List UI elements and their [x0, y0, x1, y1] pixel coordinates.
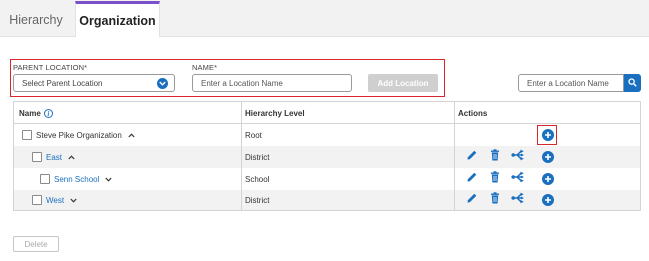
hierarchy-level: School: [245, 174, 270, 184]
search-button[interactable]: [624, 74, 641, 92]
add-child-button[interactable]: [541, 193, 555, 207]
edit-button[interactable]: [465, 193, 479, 207]
column-divider: [241, 102, 242, 210]
info-icon[interactable]: i: [43, 109, 53, 118]
row-checkbox[interactable]: [32, 195, 42, 205]
table-header: Name i Hierarchy Level Actions: [14, 102, 640, 124]
move-button[interactable]: [511, 170, 525, 188]
row-checkbox[interactable]: [32, 152, 42, 162]
locations-table: Name i Hierarchy Level Actions Steve Pik…: [13, 101, 641, 211]
parent-location-value: Select Parent Location: [22, 78, 103, 88]
pencil-icon: [466, 191, 478, 209]
row-checkbox[interactable]: [22, 130, 32, 140]
pencil-icon: [466, 148, 478, 166]
search-input[interactable]: [518, 74, 624, 92]
table-row: Steve Pike Organization Root: [14, 124, 640, 146]
tab-bar: Hierarchy Organization: [0, 0, 649, 37]
table-row: East District: [14, 146, 640, 168]
hierarchy-level: District: [245, 152, 270, 162]
location-name-link[interactable]: Senn School: [54, 175, 99, 184]
delete-row-button[interactable]: [488, 191, 502, 209]
tab-organization[interactable]: Organization: [75, 1, 160, 37]
plus-circle-icon: [542, 129, 554, 141]
name-cell: East: [32, 146, 75, 168]
add-location-button[interactable]: Add Location: [368, 74, 438, 92]
header-name: Name i: [19, 109, 53, 118]
delete-row-button[interactable]: [488, 170, 502, 188]
add-child-button[interactable]: [541, 150, 555, 164]
chevron-down-icon[interactable]: [70, 196, 77, 205]
table-row: Senn School School: [14, 168, 640, 190]
name-cell: West: [32, 190, 77, 210]
edit-button[interactable]: [465, 150, 479, 164]
name-cell: Steve Pike Organization: [22, 124, 135, 146]
chevron-up-icon[interactable]: [68, 153, 75, 162]
name-label: NAME*: [192, 63, 218, 72]
delete-row-button[interactable]: [488, 148, 502, 166]
chevron-down-icon: [157, 78, 168, 89]
add-child-button[interactable]: [541, 128, 555, 142]
header-hierarchy-level: Hierarchy Level: [245, 109, 305, 118]
delete-button[interactable]: Delete: [13, 236, 59, 252]
parent-location-select[interactable]: Select Parent Location: [13, 74, 175, 92]
trash-icon: [490, 148, 500, 166]
search-icon: [628, 74, 637, 92]
hierarchy-level: Root: [245, 130, 262, 140]
parent-location-label: PARENT LOCATION*: [13, 63, 88, 72]
location-name-link[interactable]: East: [46, 153, 62, 162]
share-branch-icon: [511, 170, 525, 188]
pencil-icon: [466, 170, 478, 188]
plus-circle-icon: [542, 194, 554, 206]
location-name-link[interactable]: West: [46, 196, 64, 205]
table-row: West District: [14, 190, 640, 210]
chevron-up-icon[interactable]: [128, 131, 135, 140]
share-branch-icon: [511, 191, 525, 209]
name-cell: Senn School: [40, 168, 113, 190]
location-name: Steve Pike Organization: [36, 130, 122, 140]
trash-icon: [490, 191, 500, 209]
header-name-label: Name: [19, 109, 41, 118]
plus-circle-icon: [542, 173, 554, 185]
share-branch-icon: [511, 148, 525, 166]
location-name-input[interactable]: [192, 74, 352, 92]
chevron-down-icon[interactable]: [105, 175, 113, 184]
hierarchy-level: District: [245, 195, 270, 205]
tab-hierarchy[interactable]: Hierarchy: [0, 2, 72, 37]
plus-circle-icon: [542, 151, 554, 163]
column-divider: [454, 102, 455, 210]
trash-icon: [490, 170, 500, 188]
add-child-button[interactable]: [541, 172, 555, 186]
move-button[interactable]: [511, 191, 525, 209]
row-checkbox[interactable]: [40, 174, 50, 184]
move-button[interactable]: [511, 148, 525, 166]
header-actions: Actions: [458, 109, 488, 118]
edit-button[interactable]: [465, 172, 479, 186]
